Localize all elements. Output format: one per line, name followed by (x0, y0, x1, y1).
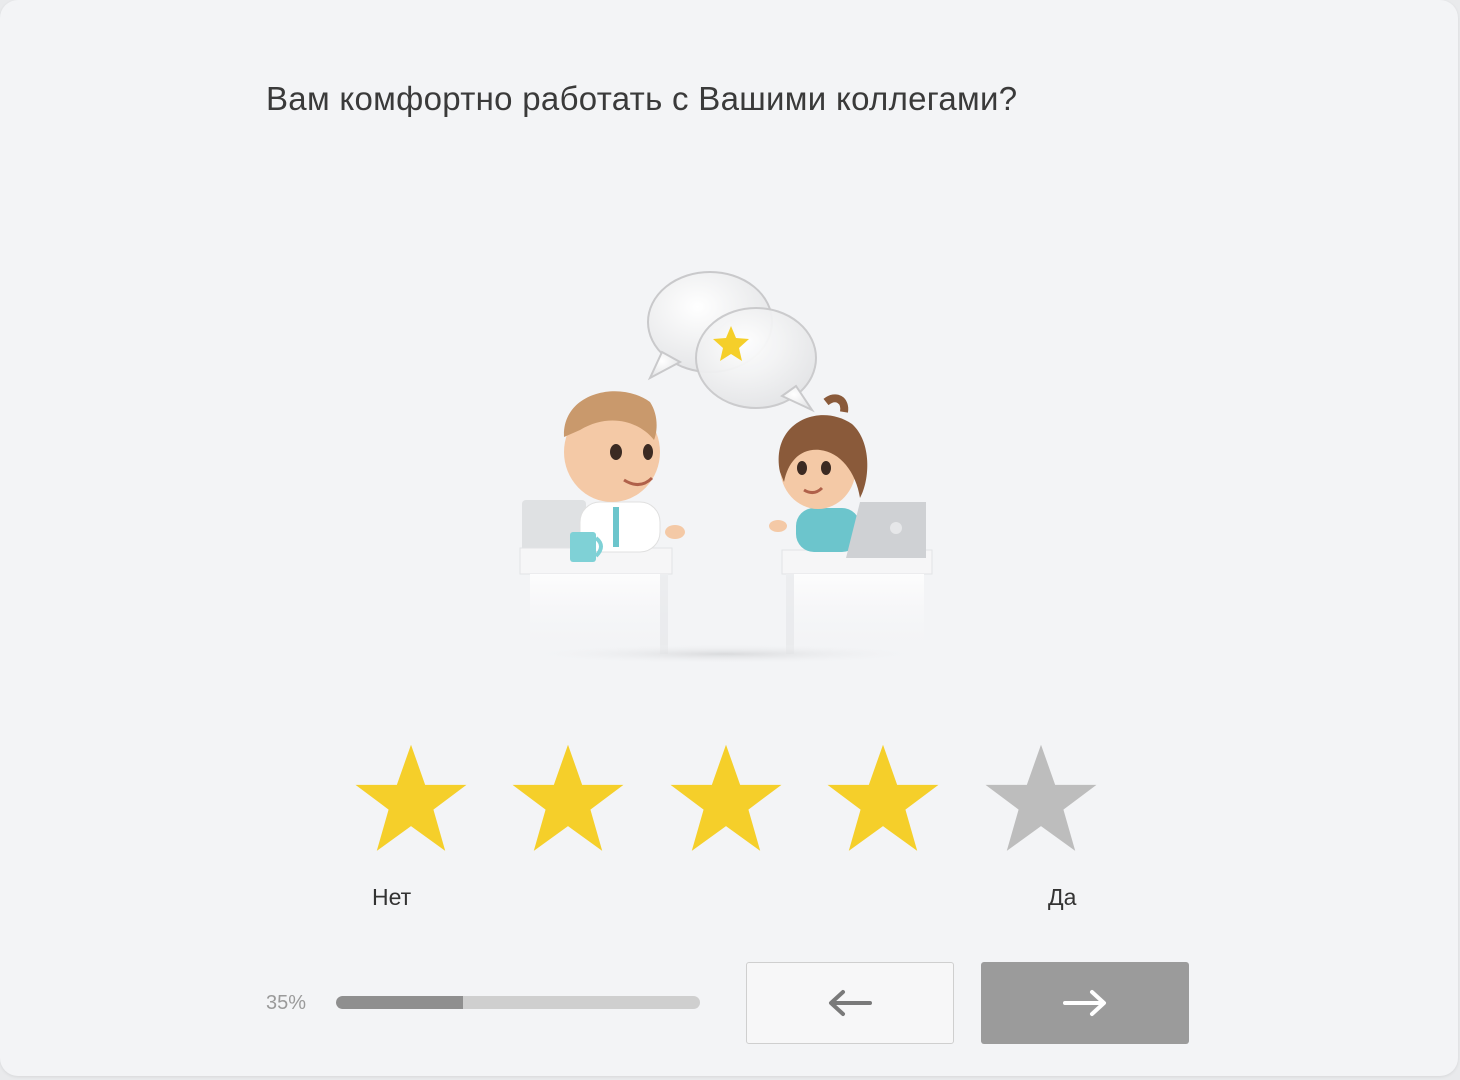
arrow-right-icon (1063, 990, 1106, 1016)
progress-bar (336, 996, 700, 1009)
question-title: Вам комфортно работать с Вашими коллегам… (266, 80, 1018, 117)
scale-label-min: Нет (372, 884, 412, 910)
rating-star-5[interactable] (982, 740, 1100, 858)
next-button[interactable] (981, 962, 1189, 1044)
rating-star-1[interactable] (352, 740, 470, 858)
star-rating[interactable] (352, 740, 1112, 860)
scale-label-max: Да (1048, 884, 1077, 910)
left-desk (519, 391, 685, 654)
rating-star-2[interactable] (509, 740, 627, 858)
progress-bar-fill (336, 996, 464, 1009)
back-button[interactable] (746, 962, 954, 1044)
rating-star-3[interactable] (667, 740, 785, 858)
rating-star-4[interactable] (824, 740, 942, 858)
colleagues-chat-illustration (519, 271, 933, 662)
progress-percent: 35% (266, 992, 307, 1014)
survey-card: Вам комфортно работать с Вашими коллегам… (0, 0, 1458, 1076)
right-desk (769, 394, 933, 654)
speech-bubbles (647, 271, 817, 413)
arrow-left-icon (829, 990, 872, 1016)
